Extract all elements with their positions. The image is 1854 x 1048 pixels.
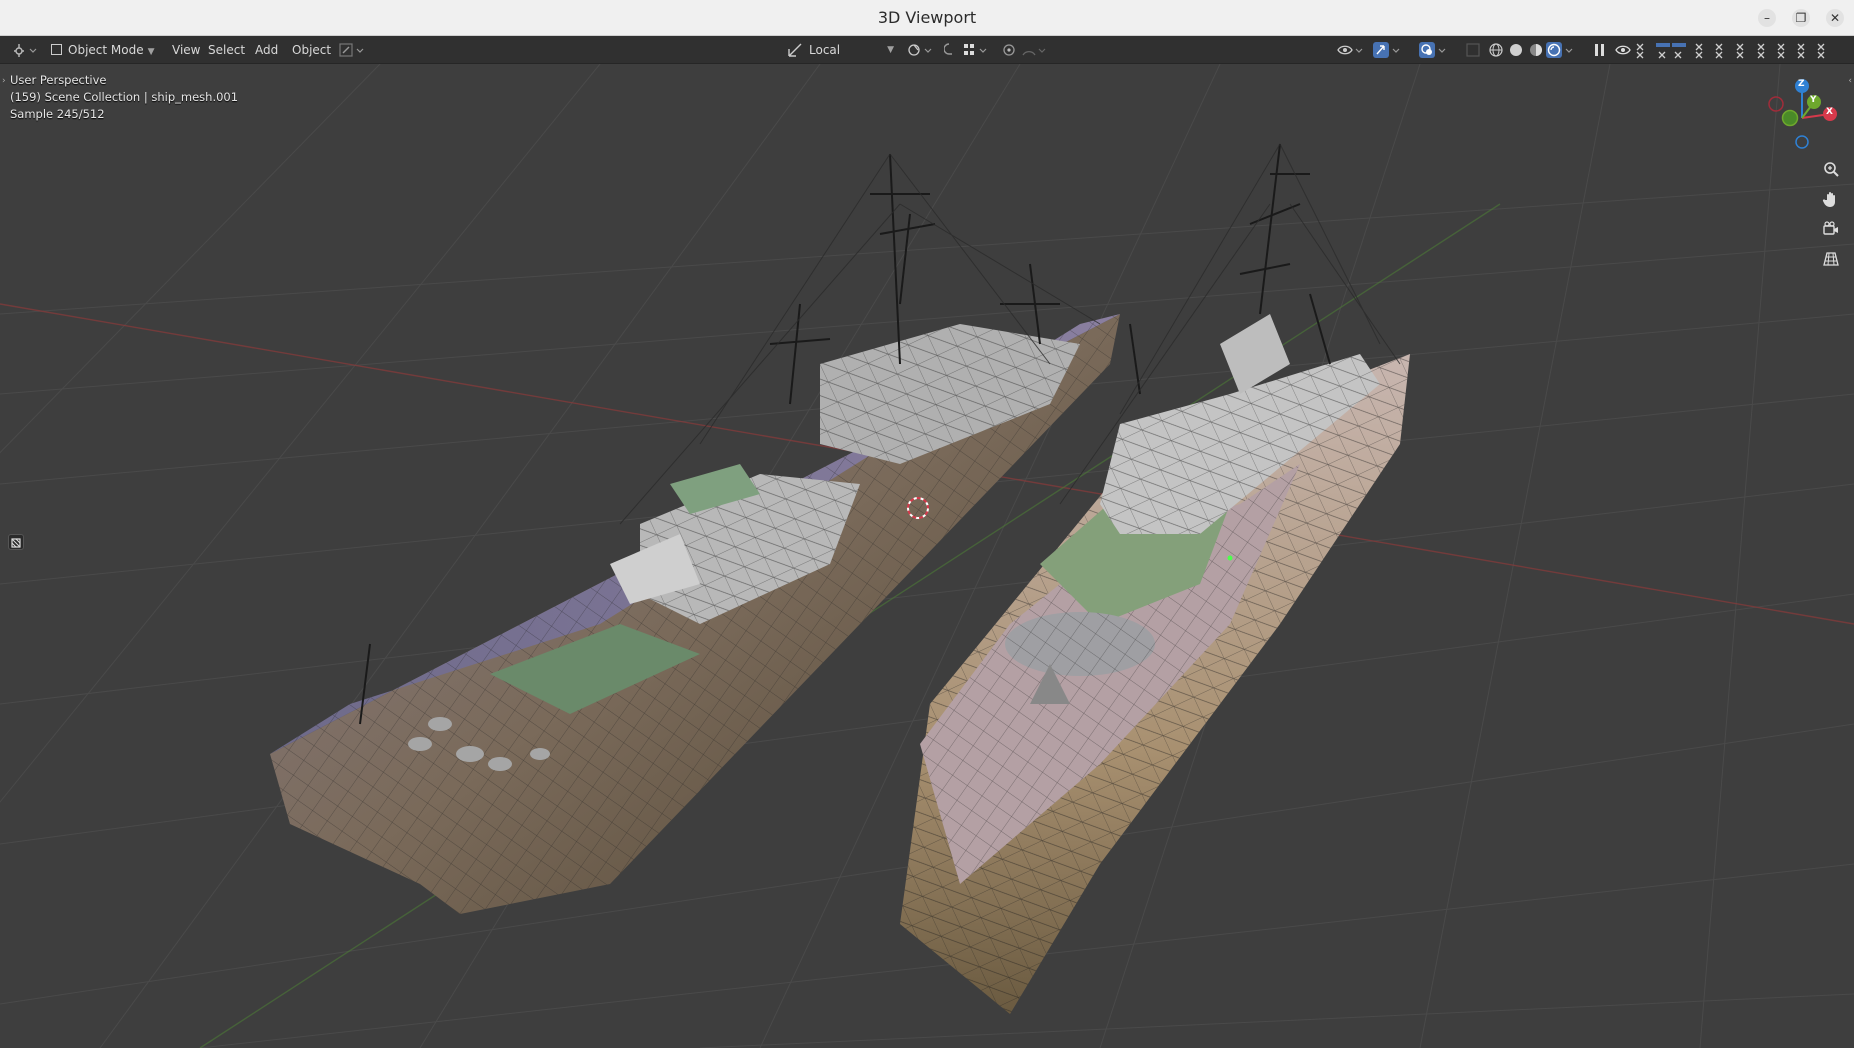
- ortho-grid-icon[interactable]: [1818, 246, 1844, 272]
- viewport-scene: [0, 64, 1854, 1048]
- pivot-point-icon[interactable]: [906, 41, 932, 59]
- gpencil-icon[interactable]: [338, 41, 364, 59]
- material-shading-icon[interactable]: [1527, 41, 1545, 59]
- minimize-button[interactable]: –: [1758, 9, 1776, 27]
- xray-icon[interactable]: [1464, 41, 1482, 59]
- solid-shading-icon[interactable]: [1507, 41, 1525, 59]
- camera-view-icon[interactable]: [1818, 216, 1844, 242]
- menu-add[interactable]: Add: [250, 40, 283, 60]
- wireframe-shading-icon[interactable]: [1487, 41, 1505, 59]
- snap-target-icon[interactable]: [962, 41, 987, 59]
- gizmo-z-label: Z: [1798, 79, 1805, 89]
- close-button[interactable]: ✕: [1826, 9, 1844, 27]
- 3d-viewport[interactable]: User Perspective (159) Scene Collection …: [0, 64, 1854, 1048]
- gizmo-toggle-icon[interactable]: [1372, 41, 1400, 59]
- object-origin: [1227, 555, 1233, 561]
- overlays-icon[interactable]: [1418, 41, 1446, 59]
- viewport-header: Object Mode ▼ View Select Add Object Loca…: [0, 36, 1854, 64]
- blender-window: 3D Viewport – ❐ ✕ Object Mode ▼ View Sele…: [0, 0, 1854, 1048]
- window-title: 3D Viewport: [877, 8, 977, 27]
- viewport-collection-label: (159) Scene Collection | ship_mesh.001: [10, 90, 239, 104]
- menu-object[interactable]: Object: [287, 40, 336, 60]
- menu-select[interactable]: Select: [203, 40, 250, 60]
- zoom-icon[interactable]: [1818, 156, 1844, 182]
- editor-type-icon[interactable]: [12, 41, 37, 59]
- chevron-down-icon: ▼: [887, 45, 894, 55]
- transform-orientation-dropdown[interactable]: Local ▼: [804, 40, 898, 60]
- toolbar-toggle-icon[interactable]: [8, 534, 24, 550]
- title-bar: 3D Viewport – ❐ ✕: [0, 0, 1854, 36]
- proportional-edit-icon[interactable]: [1000, 41, 1018, 59]
- orientation-icon[interactable]: [786, 41, 804, 59]
- ship-right: [900, 143, 1410, 1014]
- snap-icon[interactable]: [943, 41, 962, 59]
- navigation-gizmo[interactable]: Z X Y: [1762, 76, 1842, 156]
- falloff-icon[interactable]: [1020, 41, 1046, 59]
- gizmo-x-label: X: [1826, 107, 1833, 117]
- visibility-icon[interactable]: [1614, 41, 1632, 59]
- chevron-down-icon: ▼: [147, 47, 155, 57]
- pause-render-icon[interactable]: [1590, 41, 1608, 59]
- orientation-label: Local: [809, 43, 841, 57]
- viewport-sample-label: Sample 245/512: [10, 107, 105, 121]
- object-mode-icon: [51, 44, 62, 55]
- viewport-perspective-label: User Perspective: [10, 73, 107, 87]
- pan-hand-icon[interactable]: [1818, 186, 1844, 212]
- rendered-shading-icon[interactable]: [1545, 41, 1573, 59]
- mode-selector[interactable]: Object Mode ▼: [46, 40, 156, 60]
- selectability-icon[interactable]: [1336, 41, 1363, 59]
- menu-view[interactable]: View: [167, 40, 205, 60]
- sidebar-expand-arrow-icon[interactable]: ‹: [1848, 76, 1852, 86]
- extra-toggles[interactable]: [1634, 41, 1834, 59]
- mode-label: Object Mode: [68, 43, 144, 57]
- toolbar-expand-arrow-icon[interactable]: ›: [2, 76, 6, 86]
- gizmo-y-label: Y: [1810, 95, 1817, 105]
- restore-button[interactable]: ❐: [1792, 9, 1810, 27]
